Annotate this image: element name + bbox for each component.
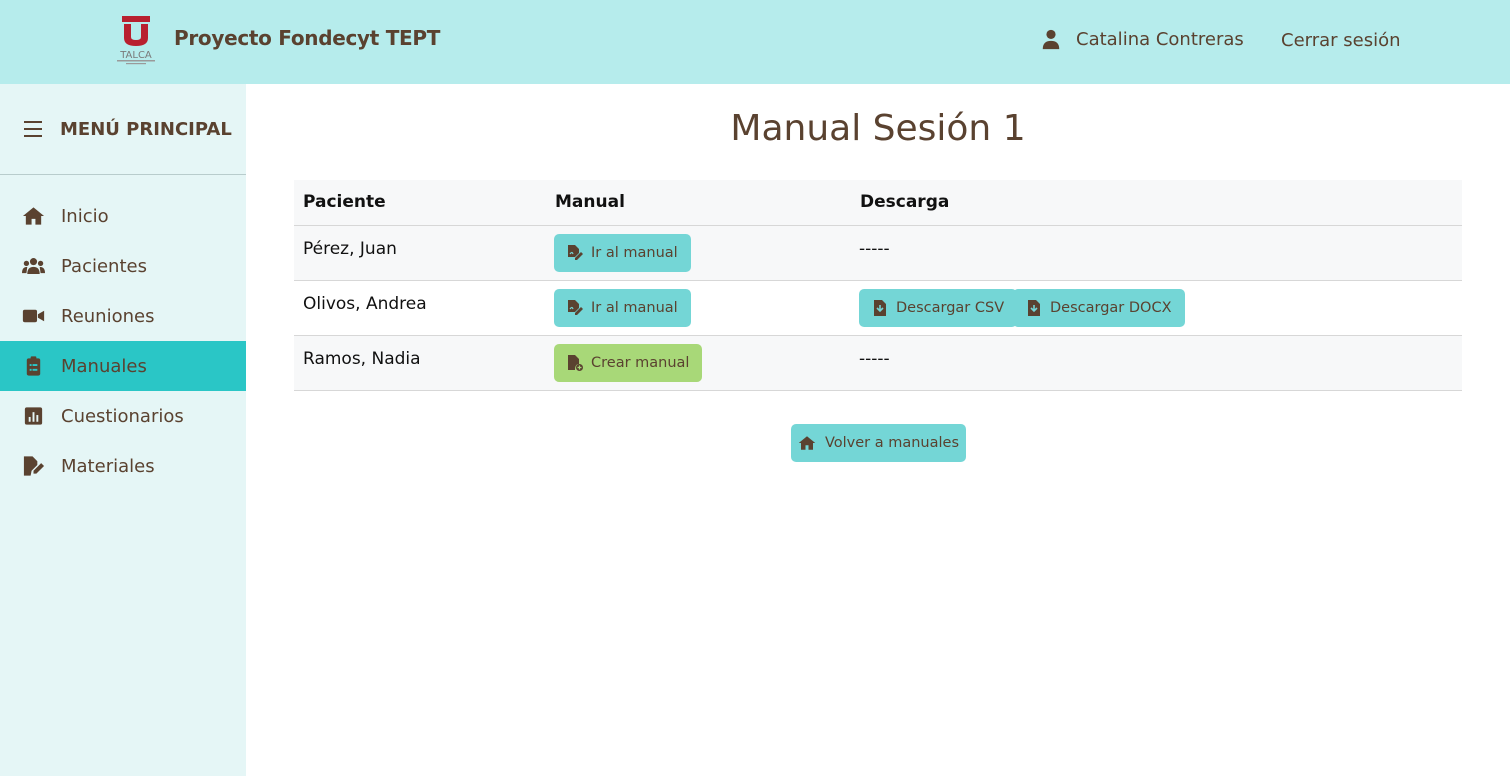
download-empty: ----- xyxy=(859,349,890,369)
sidebar-item-label: Materiales xyxy=(61,455,155,477)
sidebar-item-pacientes[interactable]: Pacientes xyxy=(0,241,246,291)
button-label: Descargar CSV xyxy=(896,300,1005,316)
table-header: Paciente Manual Descarga xyxy=(294,180,1462,226)
sidebar-item-inicio[interactable]: Inicio xyxy=(0,191,246,241)
sidebar-item-label: Manuales xyxy=(61,355,147,377)
file-edit-icon xyxy=(23,456,45,476)
menu-header[interactable]: MENÚ PRINCIPAL xyxy=(0,84,246,175)
sidebar-item-label: Pacientes xyxy=(61,255,147,277)
clipboard-icon xyxy=(26,356,41,376)
download-empty: ----- xyxy=(859,239,890,259)
logo-text: TALCA xyxy=(119,50,152,61)
logout-link[interactable]: Cerrar sesión xyxy=(1281,30,1401,51)
users-icon xyxy=(22,258,45,274)
table-row: Ramos, Nadia Crear manual ----- xyxy=(294,336,1462,391)
page-title: Manual Sesión 1 xyxy=(730,108,1026,149)
column-header-paciente: Paciente xyxy=(303,192,386,212)
button-label: Ir al manual xyxy=(591,300,678,316)
file-signature-icon xyxy=(568,245,583,260)
go-to-manual-button[interactable]: Ir al manual xyxy=(554,234,691,272)
sidebar-item-materiales[interactable]: Materiales xyxy=(0,441,246,491)
column-header-descarga: Descarga xyxy=(860,192,950,212)
sidebar-item-reuniones[interactable]: Reuniones xyxy=(0,291,246,341)
button-label: Ir al manual xyxy=(591,245,678,261)
top-header: TALCA Proyecto Fondecyt TEPT Catalina Co… xyxy=(0,0,1510,84)
patient-name: Pérez, Juan xyxy=(303,239,397,259)
download-csv-button[interactable]: Descargar CSV xyxy=(859,289,1018,327)
user-menu[interactable]: Catalina Contreras xyxy=(1040,28,1244,50)
file-signature-icon xyxy=(568,300,583,315)
sidebar-item-manuales[interactable]: Manuales xyxy=(0,341,246,391)
hamburger-icon[interactable] xyxy=(24,121,42,137)
university-logo: TALCA xyxy=(114,16,158,66)
back-to-manuals-button[interactable]: Volver a manuales xyxy=(791,424,966,462)
menu-title: MENÚ PRINCIPAL xyxy=(60,118,232,140)
column-header-manual: Manual xyxy=(555,192,625,212)
sidebar: MENÚ PRINCIPAL Inicio Pacientes Reunione… xyxy=(0,84,246,776)
table-row: Pérez, Juan Ir al manual ----- xyxy=(294,226,1462,281)
button-label: Volver a manuales xyxy=(824,435,960,451)
sidebar-nav: Inicio Pacientes Reuniones Manuales Cues… xyxy=(0,191,246,491)
user-icon xyxy=(1042,29,1060,50)
table-row: Olivos, Andrea Ir al manual Descargar CS… xyxy=(294,281,1462,336)
file-plus-icon xyxy=(568,355,583,371)
home-icon xyxy=(22,207,45,225)
home-icon xyxy=(798,436,816,450)
button-label: Descargar DOCX xyxy=(1050,300,1172,316)
create-manual-button[interactable]: Crear manual xyxy=(554,344,703,382)
download-docx-button[interactable]: Descargar DOCX xyxy=(1013,289,1185,327)
go-to-manual-button[interactable]: Ir al manual xyxy=(554,289,691,327)
brand-title[interactable]: Proyecto Fondecyt TEPT xyxy=(174,26,440,50)
sidebar-item-label: Inicio xyxy=(61,205,109,227)
sidebar-item-label: Reuniones xyxy=(61,305,155,327)
sidebar-item-cuestionarios[interactable]: Cuestionarios xyxy=(0,391,246,441)
user-name: Catalina Contreras xyxy=(1076,28,1244,50)
patient-name: Ramos, Nadia xyxy=(303,349,421,369)
patient-name: Olivos, Andrea xyxy=(303,294,427,314)
manuals-table: Paciente Manual Descarga Pérez, Juan Ir … xyxy=(294,180,1462,391)
sidebar-item-label: Cuestionarios xyxy=(61,405,184,427)
file-download-icon xyxy=(874,300,886,316)
video-icon xyxy=(22,309,45,323)
button-label: Crear manual xyxy=(591,355,690,371)
file-download-icon xyxy=(1028,300,1040,316)
chart-icon xyxy=(24,407,43,425)
